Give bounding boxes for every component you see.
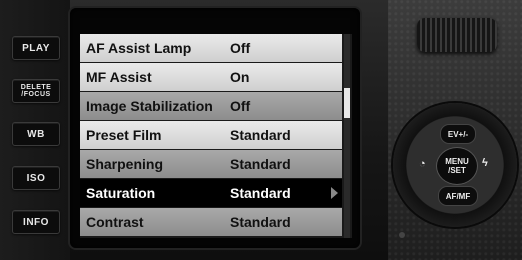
submenu-arrow-icon <box>331 187 338 199</box>
iso-button[interactable]: ISO <box>12 166 60 190</box>
menu-row-value: Off <box>230 40 251 56</box>
menu-row-mf-assist[interactable]: MF Assist On <box>80 63 342 91</box>
info-button[interactable]: INFO <box>12 210 60 234</box>
menu-row-label: Sharpening <box>86 156 164 172</box>
menu-scroll-thumb[interactable] <box>344 88 350 118</box>
menu-row-label: Preset Film <box>86 127 162 143</box>
wb-button[interactable]: WB <box>12 122 60 146</box>
menu-row-contrast[interactable]: Contrast Standard <box>80 208 342 236</box>
menu-row-value: Standard <box>230 185 291 201</box>
lcd-screen: AF Assist Lamp Off MF Assist On Image St… <box>80 34 352 238</box>
menu-row-label: Saturation <box>86 185 156 201</box>
menu-row-af-assist-lamp[interactable]: AF Assist Lamp Off <box>80 34 342 62</box>
menu-row-preset-film[interactable]: Preset Film Standard <box>80 121 342 149</box>
command-dial[interactable] <box>417 18 497 52</box>
menu-row-label: MF Assist <box>86 69 152 85</box>
menu-row-label: Contrast <box>86 214 144 230</box>
menu-row-label: AF Assist Lamp <box>86 40 192 56</box>
menu-row-value: Standard <box>230 156 291 172</box>
menu-row-label: Image Stabilization <box>86 98 213 114</box>
menu-row-value: On <box>230 69 250 85</box>
af-mf-button[interactable]: AF/MF <box>438 186 478 206</box>
menu-row-saturation[interactable]: Saturation Standard <box>80 179 342 207</box>
menu-row-image-stabilization[interactable]: Image Stabilization Off <box>80 92 342 120</box>
ev-button[interactable]: EV+/- <box>440 124 476 144</box>
menu-row-value: Standard <box>230 127 291 143</box>
menu-row-sharpening[interactable]: Sharpening Standard <box>80 150 342 178</box>
menu-set-button[interactable]: MENU /SET <box>436 147 478 185</box>
flash-icon[interactable]: ϟ <box>482 157 488 169</box>
self-timer-icon[interactable]: ◔ <box>419 158 426 170</box>
menu-row-value: Off <box>230 98 251 114</box>
delete-focus-button[interactable]: DELETE /FOCUS <box>12 79 60 103</box>
menu-row-value: Standard <box>230 214 291 230</box>
play-button[interactable]: PLAY <box>12 36 60 60</box>
menu-scrollbar[interactable] <box>344 34 350 238</box>
status-led <box>399 232 405 238</box>
